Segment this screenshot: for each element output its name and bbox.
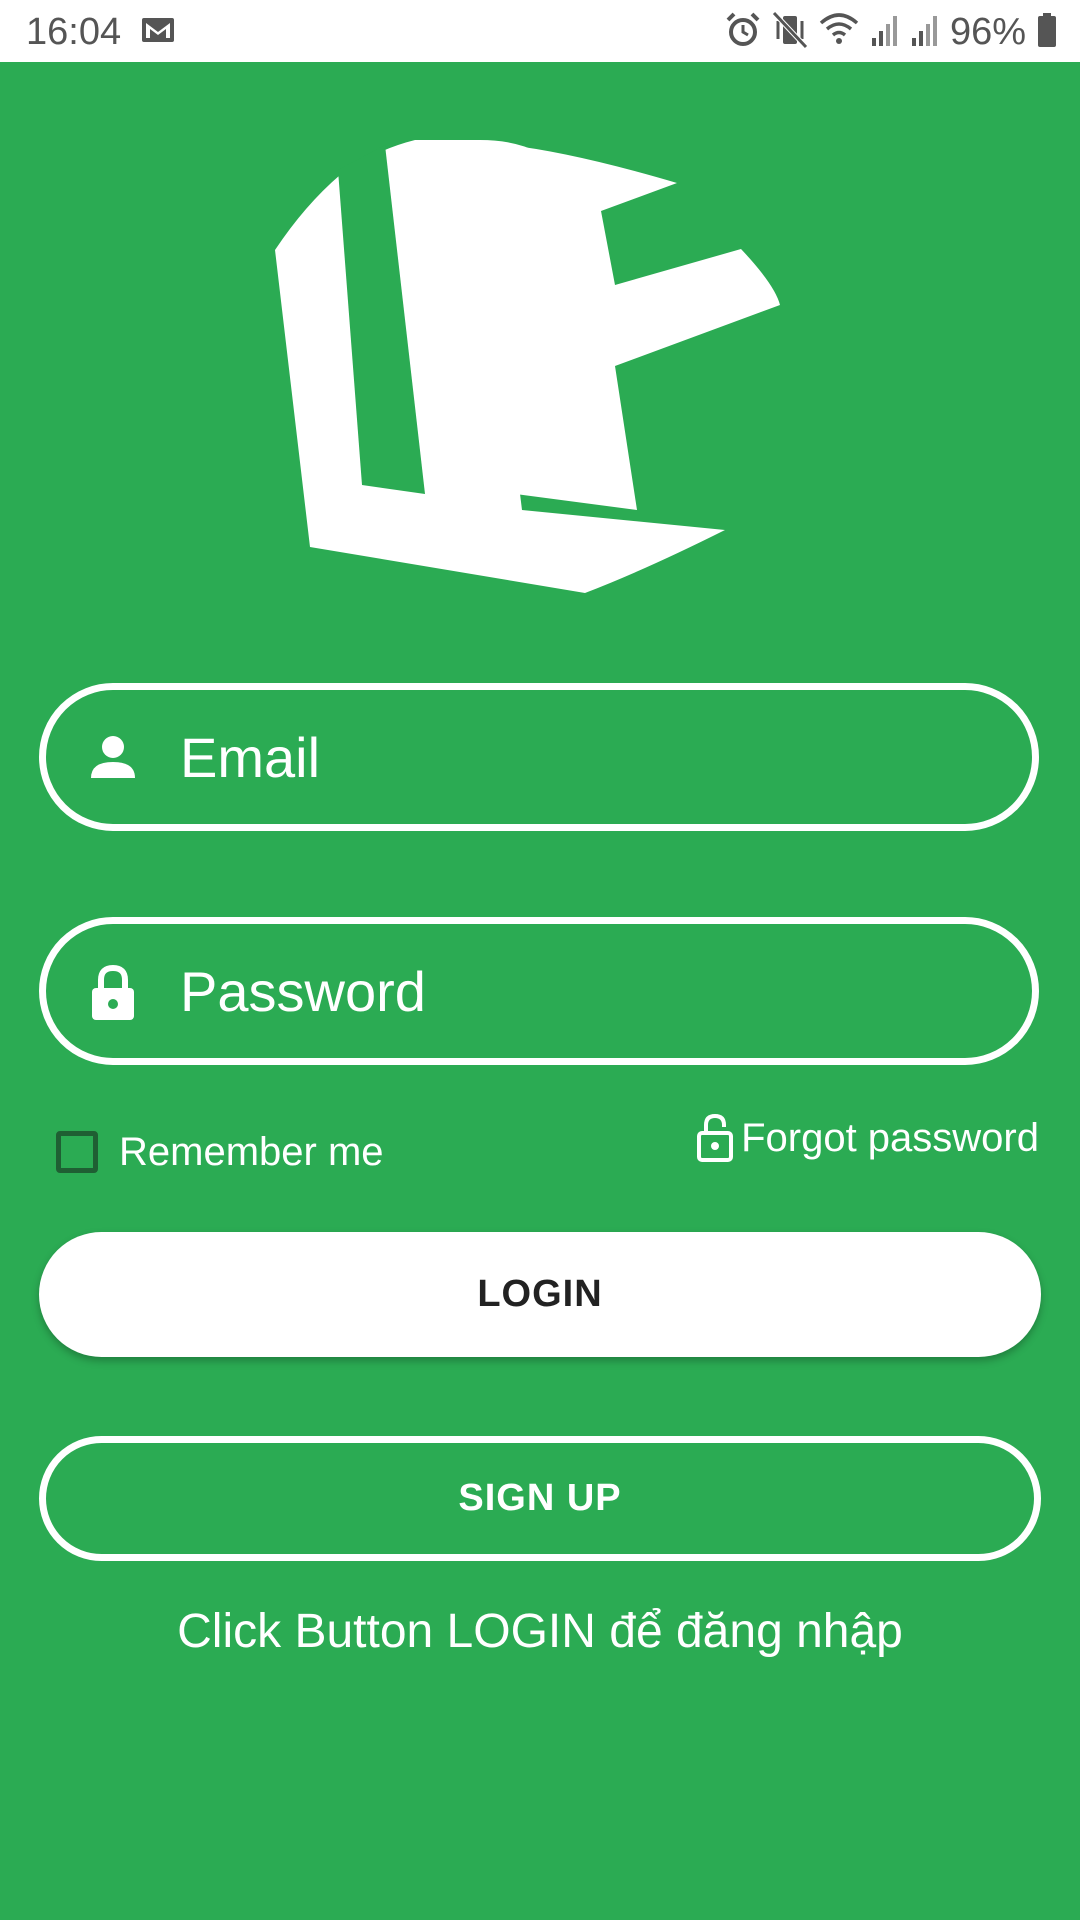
remember-checkbox[interactable]: [56, 1131, 98, 1173]
wifi-icon: [818, 11, 860, 54]
signal-icon: [910, 12, 940, 53]
forgot-password-link[interactable]: Forgot password: [695, 1110, 1039, 1166]
status-icons: 96%: [724, 10, 1058, 54]
remember-me[interactable]: Remember me: [56, 1126, 384, 1178]
login-hint: Click Button LOGIN để đăng nhập: [177, 1605, 903, 1658]
email-input[interactable]: [170, 690, 990, 824]
signal-icon: [870, 12, 900, 53]
app-logo: [275, 125, 805, 645]
login-button[interactable]: LOGIN: [39, 1232, 1041, 1357]
alarm-icon: [724, 11, 762, 54]
password-field[interactable]: [39, 917, 1039, 1065]
forgot-password-label: Forgot password: [741, 1115, 1039, 1160]
unlock-icon: [695, 1113, 735, 1163]
vibrate-icon: [772, 10, 808, 54]
remember-label: Remember me: [119, 1129, 384, 1174]
lock-icon: [86, 964, 140, 1020]
gmail-icon: [140, 14, 176, 51]
battery-icon: [1036, 12, 1058, 53]
status-time: 16:04: [26, 11, 122, 53]
signup-button[interactable]: SIGN UP: [39, 1436, 1041, 1561]
person-icon: [86, 730, 140, 784]
email-field[interactable]: [39, 683, 1039, 831]
status-bar: 16:04 96%: [0, 0, 1080, 62]
password-input[interactable]: [170, 924, 990, 1058]
battery-percent: 96%: [949, 11, 1026, 53]
